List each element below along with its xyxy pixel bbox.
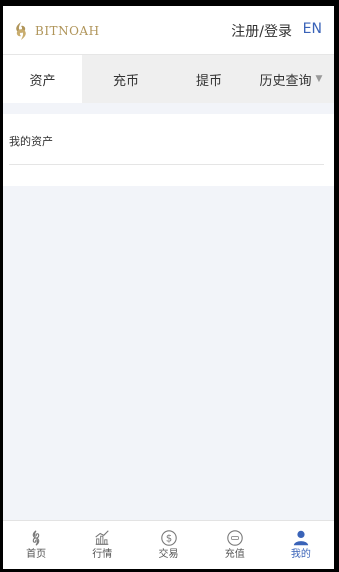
divider [9, 164, 324, 165]
tab-label: 提币 [195, 73, 222, 89]
nav-label: 我的 [290, 549, 311, 560]
login-register-link[interactable]: 注册/登录 [231, 21, 292, 41]
top-header: BITNOAH 注册/登录 EN [3, 6, 334, 55]
my-assets-title: 我的资产 [9, 135, 53, 148]
home-logo-icon [32, 530, 40, 546]
tab-label: 历史查询 [259, 73, 312, 89]
tab-deposit[interactable]: 充币 [82, 55, 170, 103]
tab-withdraw[interactable]: 提币 [170, 55, 248, 103]
brand-logo[interactable]: BITNOAH [11, 20, 100, 42]
nav-label: 行情 [92, 549, 113, 560]
tab-label: 资产 [29, 73, 56, 89]
svg-text:$: $ [165, 534, 171, 545]
nav-market[interactable]: 行情 [69, 521, 135, 569]
chart-icon [95, 530, 109, 545]
nav-recharge[interactable]: 充值 [202, 521, 268, 569]
user-icon [293, 530, 309, 546]
bottom-navigation: 首页 行情 $ 交易 充值 我的 [3, 520, 334, 569]
bitnoah-logo-icon [16, 22, 26, 40]
asset-tabs: 资产 充币 提币 历史查询 ▼ [3, 55, 334, 103]
dropdown-caret-icon: ▼ [315, 74, 323, 84]
nav-home[interactable]: 首页 [3, 521, 69, 569]
tab-label: 充币 [112, 73, 139, 89]
nav-label: 交易 [158, 549, 179, 560]
language-switch[interactable]: EN [303, 21, 322, 37]
nav-label: 充值 [224, 549, 245, 560]
app-screen: BITNOAH 注册/登录 EN 资产 充币 提币 历史查询 ▼ 我的资产 首页 [3, 6, 334, 569]
nav-label: 首页 [26, 549, 47, 560]
brand-name: BITNOAH [35, 24, 100, 38]
my-assets-panel: 我的资产 [3, 114, 334, 186]
nav-profile[interactable]: 我的 [268, 521, 334, 569]
nav-trade[interactable]: $ 交易 [135, 521, 201, 569]
dollar-icon: $ [160, 530, 177, 546]
recharge-icon [226, 530, 243, 546]
tab-history[interactable]: 历史查询 ▼ [248, 55, 334, 103]
tab-assets[interactable]: 资产 [3, 55, 82, 103]
